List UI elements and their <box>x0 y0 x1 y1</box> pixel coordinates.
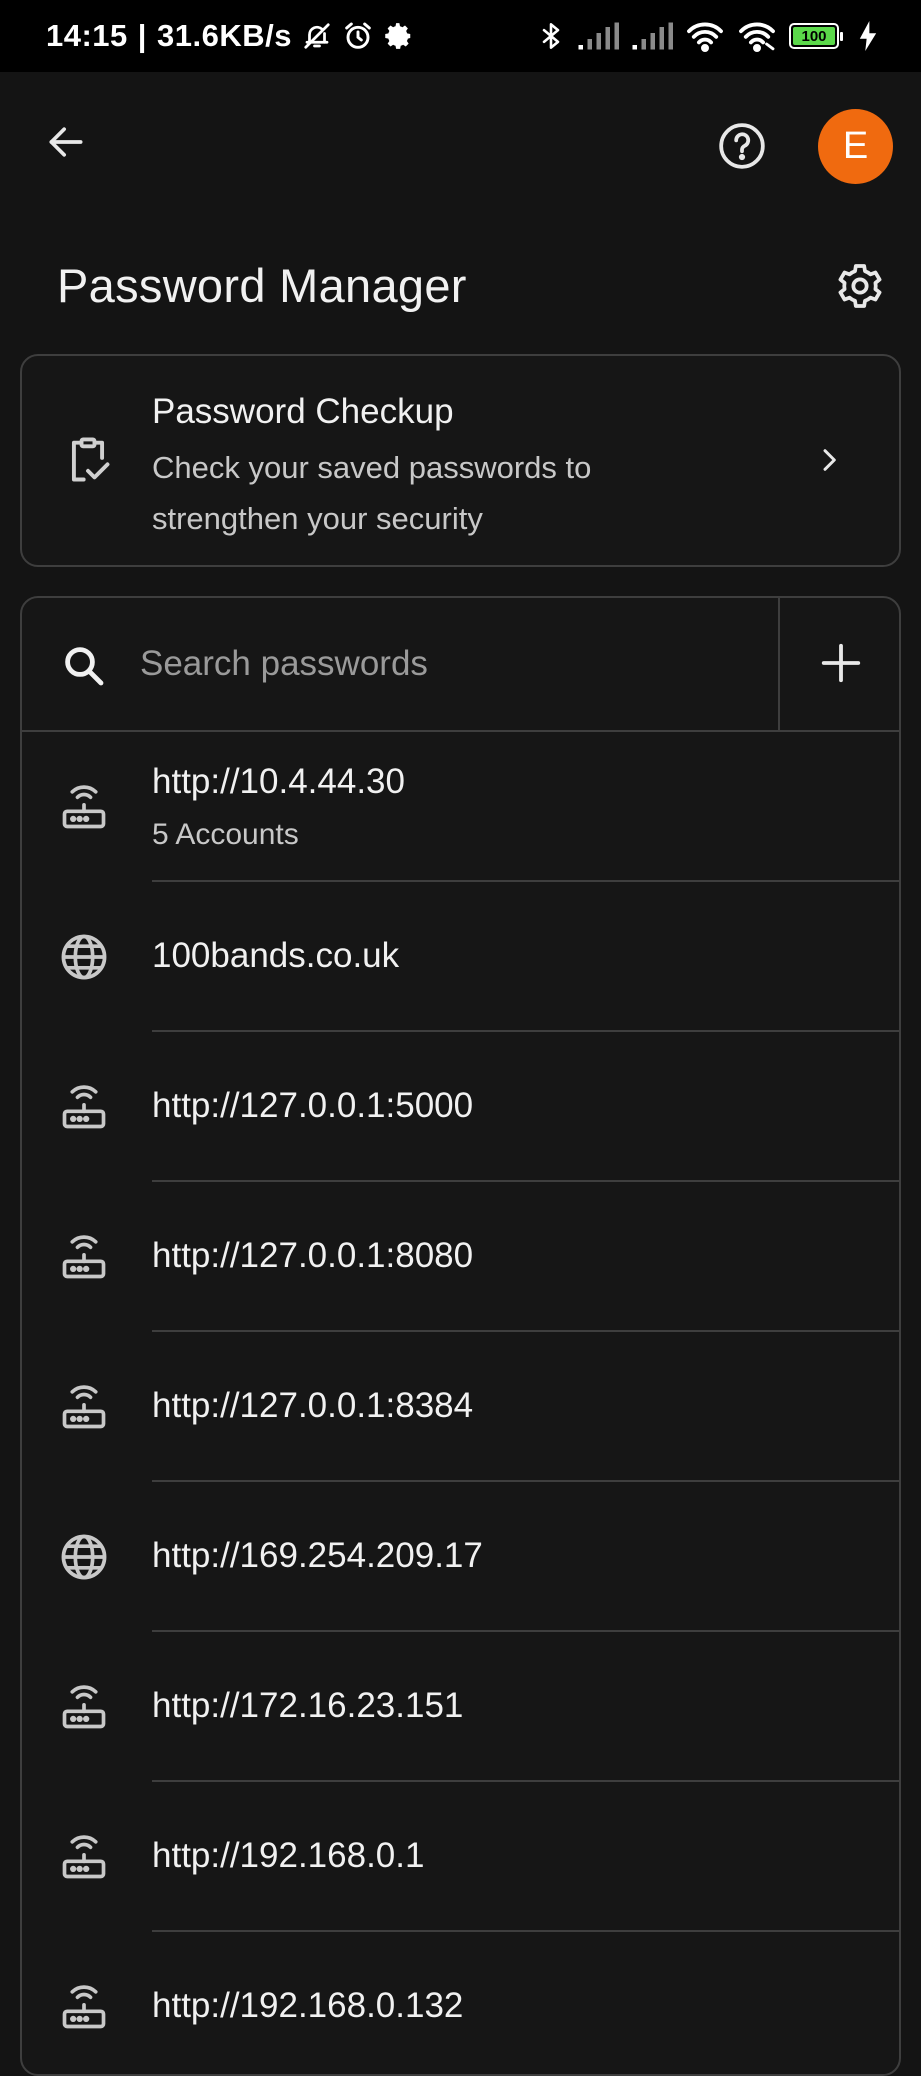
app-bar: E <box>0 72 921 222</box>
status-time: 14:15 <box>46 18 128 53</box>
avatar-letter: E <box>842 125 869 167</box>
password-entry[interactable]: http://169.254.209.17 <box>22 1482 899 1632</box>
password-entry[interactable]: http://127.0.0.1:5000 <box>22 1032 899 1182</box>
checkup-title: Password Checkup <box>152 392 454 431</box>
router-icon <box>58 781 110 833</box>
router-icon <box>58 1681 110 1733</box>
search-input[interactable] <box>140 626 760 702</box>
status-separator: | <box>137 18 147 53</box>
entry-site: http://192.168.0.132 <box>152 1986 464 2025</box>
password-entry[interactable]: http://127.0.0.1:8080 <box>22 1182 899 1332</box>
page-title: Password Manager <box>57 259 467 312</box>
entry-site: http://127.0.0.1:5000 <box>152 1086 474 1125</box>
charging-icon <box>859 21 877 51</box>
entry-site: http://169.254.209.17 <box>152 1536 483 1575</box>
help-icon <box>717 121 767 176</box>
password-entry[interactable]: 100bands.co.uk <box>22 882 899 1032</box>
router-icon <box>58 1381 110 1433</box>
dnd-icon <box>302 21 332 51</box>
router-icon <box>58 1231 110 1283</box>
battery-icon: 100 <box>789 23 843 49</box>
router-icon <box>58 1981 110 2033</box>
globe-icon <box>58 1531 110 1583</box>
entry-site: http://10.4.44.30 <box>152 762 405 801</box>
arrow-back-icon <box>44 120 88 169</box>
entry-site: http://172.16.23.151 <box>152 1686 464 1725</box>
entry-site: http://127.0.0.1:8080 <box>152 1236 474 1275</box>
search-bar <box>22 598 899 732</box>
signal-icon <box>577 21 619 51</box>
bluetooth-icon <box>537 20 565 52</box>
globe-icon <box>58 931 110 983</box>
hotspot-icon <box>737 20 777 52</box>
entry-site: 100bands.co.uk <box>152 936 400 975</box>
password-entry[interactable]: http://192.168.0.1 <box>22 1782 899 1932</box>
wifi-icon <box>685 20 725 52</box>
entry-site: http://127.0.0.1:8384 <box>152 1386 474 1425</box>
alarm-icon <box>342 20 374 52</box>
settings-button[interactable] <box>834 262 886 314</box>
add-password-button[interactable] <box>780 598 899 732</box>
password-list: http://10.4.44.30 5 Accounts 100bands.co… <box>22 732 899 2074</box>
status-speed: 31.6KB/s <box>156 18 292 53</box>
password-checkup-card[interactable]: Password Checkup Check your saved passwo… <box>20 354 901 567</box>
help-button[interactable] <box>716 122 768 174</box>
password-entry[interactable]: http://172.16.23.151 <box>22 1632 899 1782</box>
entry-accounts-count: 5 Accounts <box>152 818 299 851</box>
passwords-card: http://10.4.44.30 5 Accounts 100bands.co… <box>20 596 901 2076</box>
avatar[interactable]: E <box>818 109 893 184</box>
router-icon <box>58 1831 110 1883</box>
back-button[interactable] <box>40 118 92 170</box>
password-entry[interactable]: http://127.0.0.1:8384 <box>22 1332 899 1482</box>
signal-icon <box>631 21 673 51</box>
search-icon <box>60 642 108 690</box>
clipboard-check-icon <box>62 434 114 486</box>
plus-icon <box>818 640 864 691</box>
password-entry[interactable]: http://10.4.44.30 5 Accounts <box>22 732 899 882</box>
chevron-right-icon <box>809 440 849 480</box>
battery-level: 100 <box>793 27 835 45</box>
settings-icon <box>384 21 414 51</box>
status-bar: 14:15 | 31.6KB/s 100 <box>0 0 921 72</box>
password-entry[interactable]: http://192.168.0.132 <box>22 1932 899 2074</box>
checkup-description: Check your saved passwords to strengthen… <box>152 450 592 536</box>
entry-site: http://192.168.0.1 <box>152 1836 425 1875</box>
gear-icon <box>835 261 885 316</box>
router-icon <box>58 1081 110 1133</box>
